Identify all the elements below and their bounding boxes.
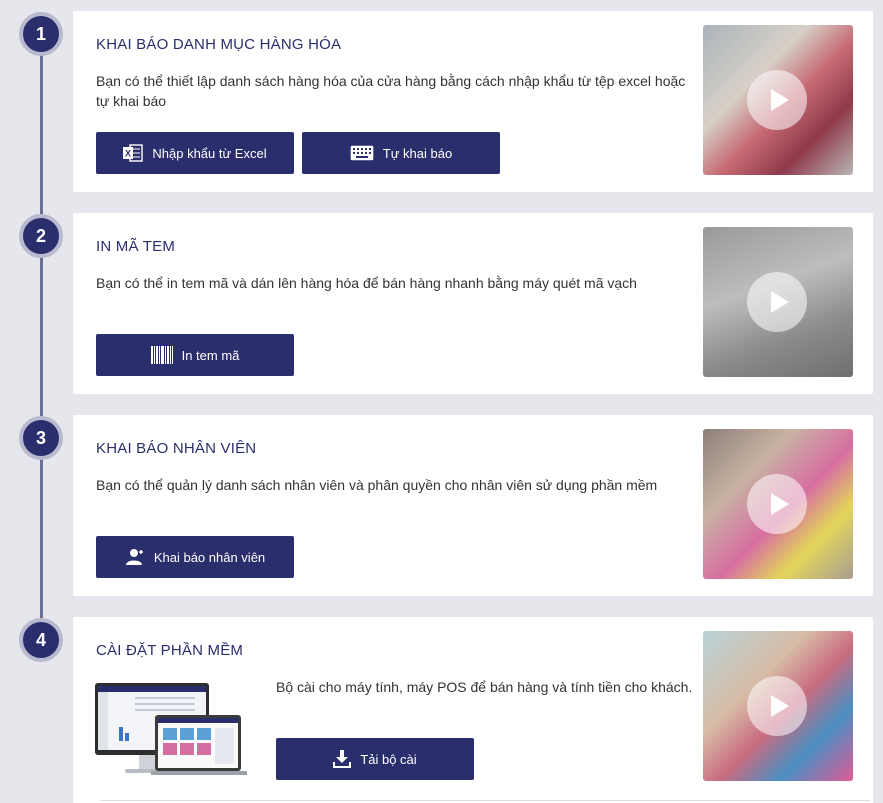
video-thumbnail[interactable] xyxy=(703,429,853,579)
play-icon[interactable] xyxy=(747,474,807,534)
step-description: Bạn có thể thiết lập danh sách hàng hóa … xyxy=(96,73,686,109)
play-icon[interactable] xyxy=(747,70,807,130)
step-description: Bạn có thể in tem mã và dán lên hàng hóa… xyxy=(96,275,637,291)
download-installer-button[interactable]: Tải bộ cài xyxy=(276,738,474,780)
play-icon[interactable] xyxy=(747,272,807,332)
step-card-employees: KHAI BÁO NHÂN VIÊN Bạn có thể quản lý da… xyxy=(73,415,873,596)
barcode-icon xyxy=(150,346,173,364)
step-number: 2 xyxy=(35,225,46,246)
step-card-barcode: IN MÃ TEM Bạn có thể in tem mã và dán lê… xyxy=(73,213,873,394)
download-icon xyxy=(333,750,352,768)
keyboard-icon xyxy=(350,145,374,161)
step-card-install: CÀI ĐẶT PHẦN MỀM Bộ cài cho máy tính, má… xyxy=(73,617,873,803)
button-label: Nhập khẩu từ Excel xyxy=(152,145,267,161)
video-thumbnail[interactable] xyxy=(703,631,853,781)
divider xyxy=(100,800,870,801)
step-title: KHAI BÁO NHÂN VIÊN xyxy=(96,440,257,457)
step-number: 3 xyxy=(35,427,46,448)
step-description: Bạn có thể quản lý danh sách nhân viên v… xyxy=(96,477,658,493)
import-excel-button[interactable]: X Nhập khẩu từ Excel xyxy=(96,132,294,174)
button-label: In tem mã xyxy=(181,347,240,363)
step-number-badge: 2 xyxy=(19,214,63,258)
video-thumbnail[interactable] xyxy=(703,227,853,377)
add-user-icon xyxy=(125,548,145,566)
step-title: CÀI ĐẶT PHẦN MỀM xyxy=(96,642,244,659)
button-label: Tự khai báo xyxy=(382,145,453,161)
step-number: 4 xyxy=(35,629,46,650)
step-title: IN MÃ TEM xyxy=(96,238,176,255)
step-number-badge: 4 xyxy=(19,618,63,662)
manual-entry-button[interactable]: Tự khai báo xyxy=(302,132,500,174)
svg-text:X: X xyxy=(125,149,131,159)
excel-icon: X xyxy=(123,144,144,162)
computer-illustration xyxy=(95,683,247,779)
step-description: Bộ cài cho máy tính, máy POS để bán hàng… xyxy=(276,679,693,695)
play-icon[interactable] xyxy=(747,676,807,736)
step-number: 1 xyxy=(35,23,46,44)
print-barcode-button[interactable]: In tem mã xyxy=(96,334,294,376)
button-label: Khai báo nhân viên xyxy=(153,549,266,565)
button-label: Tải bộ cài xyxy=(360,751,417,767)
video-thumbnail[interactable] xyxy=(703,25,853,175)
step-card-catalog: KHAI BÁO DANH MỤC HÀNG HÓA Bạn có thể th… xyxy=(73,11,873,192)
step-number-badge: 3 xyxy=(19,416,63,460)
add-employee-button[interactable]: Khai báo nhân viên xyxy=(96,536,294,578)
step-number-badge: 1 xyxy=(19,12,63,56)
step-title: KHAI BÁO DANH MỤC HÀNG HÓA xyxy=(96,36,342,53)
timeline-line xyxy=(40,30,43,640)
